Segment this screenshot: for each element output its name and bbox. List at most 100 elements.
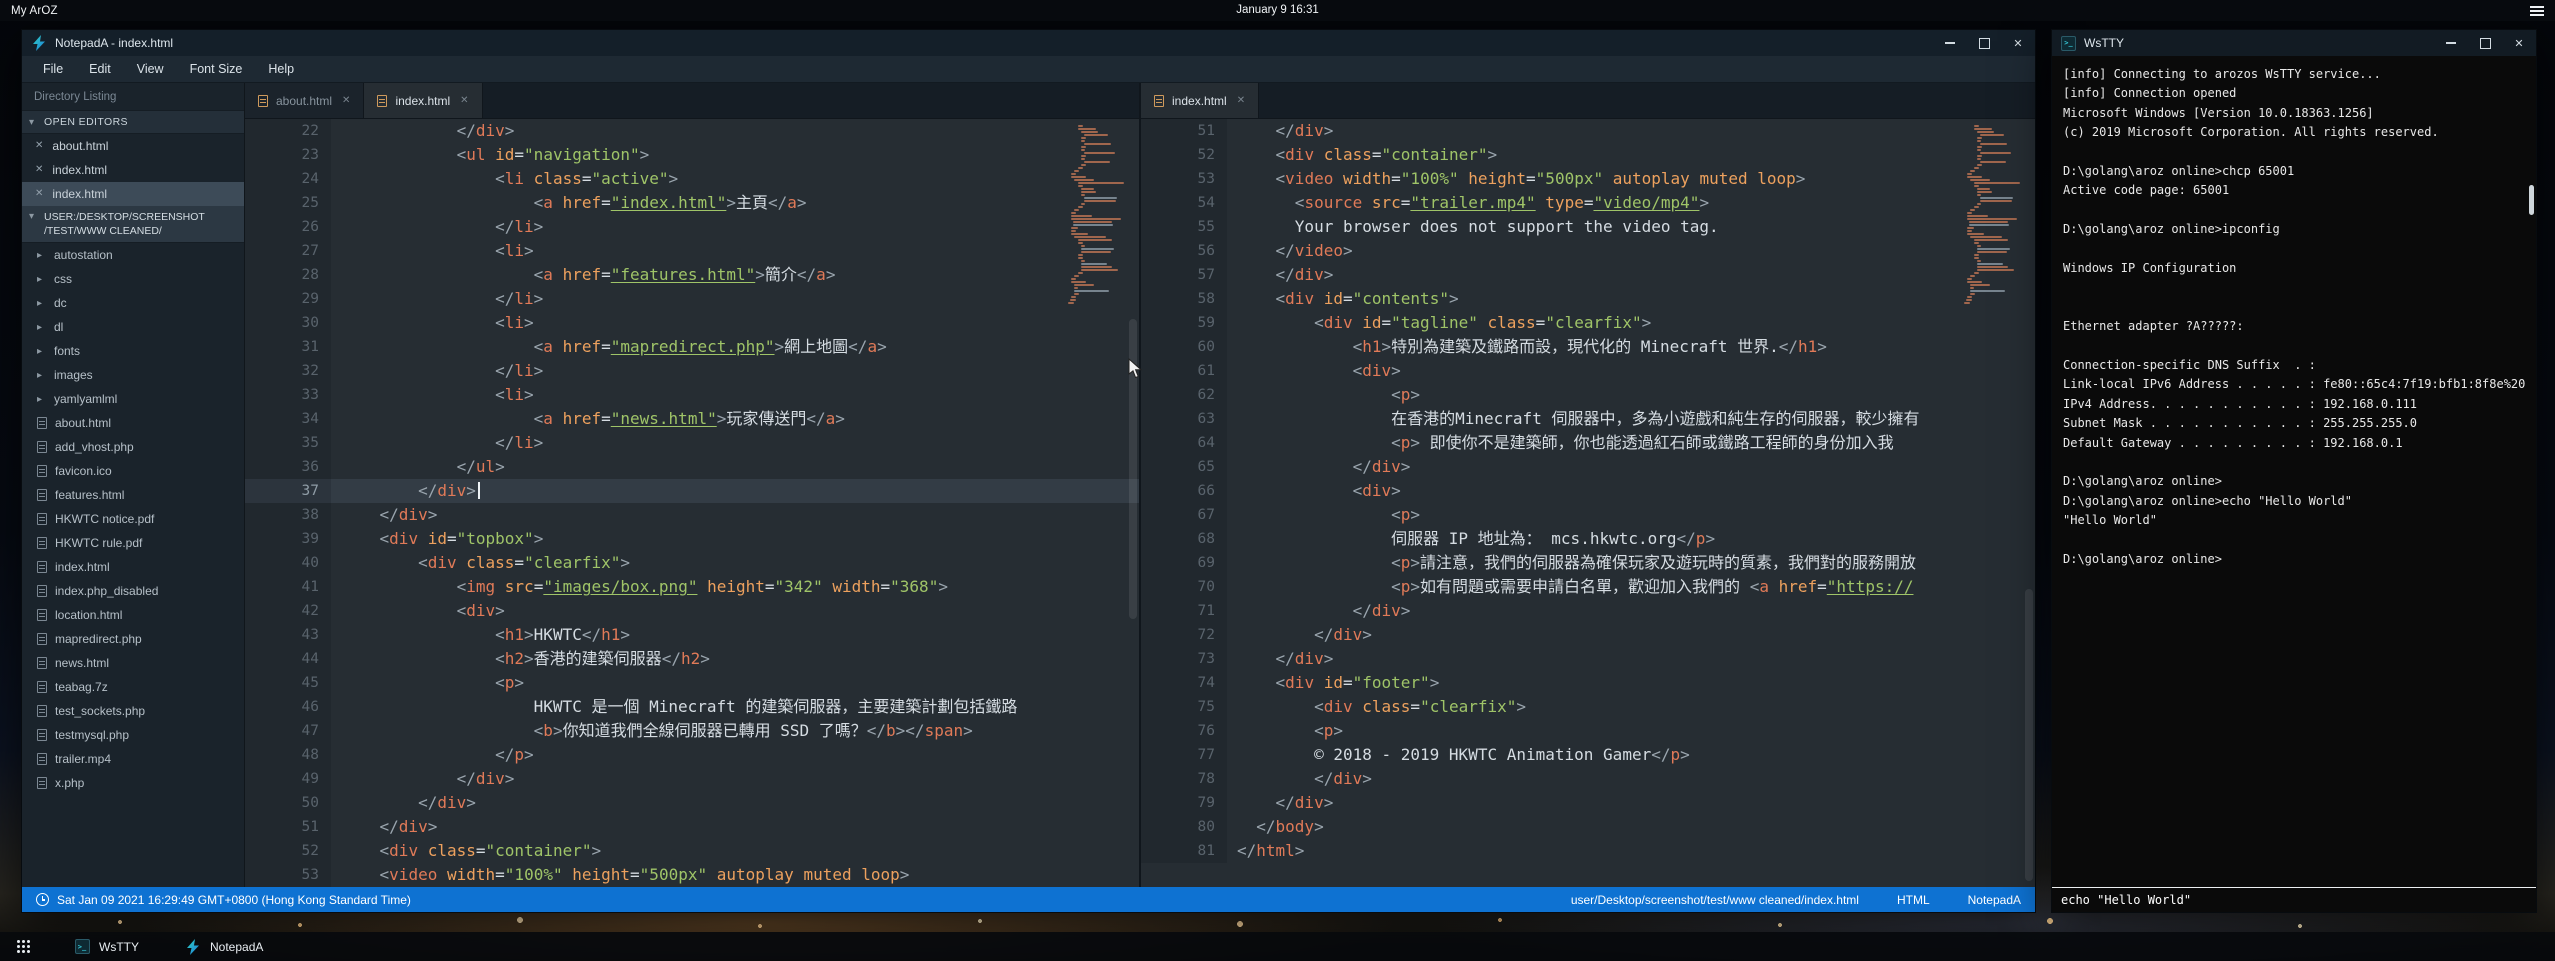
open-editor-item[interactable]: ✕about.html xyxy=(22,134,244,158)
file-icon xyxy=(37,585,47,597)
taskbar-item-wstty[interactable]: WsTTY xyxy=(68,932,145,961)
file-item[interactable]: about.html xyxy=(22,411,244,435)
system-menu-button[interactable] xyxy=(2528,3,2546,18)
code-line: 45 <p> xyxy=(245,671,1139,695)
workspace-root-header[interactable]: ▾ USER:/DESKTOP/SCREENSHOT /TEST/WWW CLE… xyxy=(22,206,244,243)
code-line: 38 </div> xyxy=(245,503,1139,527)
file-item[interactable]: favicon.ico xyxy=(22,459,244,483)
folder-item[interactable]: ▸yamlyamlml xyxy=(22,387,244,411)
close-editor-icon[interactable]: ✕ xyxy=(35,189,43,199)
tab-index.html[interactable]: index.html✕ xyxy=(1141,83,1259,118)
code-text: <b>你知道我們全線伺服器已轉用 SSD 了嗎？</b></span> xyxy=(331,719,973,743)
code-line: 44 <h2>香港的建築伺服器</h2> xyxy=(245,647,1139,671)
file-item[interactable]: location.html xyxy=(22,603,244,627)
code-text: <a href="mapredirect.php">網上地圖</a> xyxy=(331,335,887,359)
terminal-line: Subnet Mask . . . . . . . . . . . : 255.… xyxy=(2063,414,2528,433)
wstty-titlebar[interactable]: WsTTY ✕ xyxy=(2052,30,2536,56)
tab-index.html[interactable]: index.html ✕ xyxy=(364,83,482,118)
file-item[interactable]: trailer.mp4 xyxy=(22,747,244,771)
scrollbar-thumb[interactable] xyxy=(2529,185,2534,215)
code-text: <a href="index.html">主頁</a> xyxy=(331,191,807,215)
code-line: 26 </li> xyxy=(245,215,1139,239)
code-text: <h2>香港的建築伺服器</h2> xyxy=(331,647,710,671)
close-editor-icon[interactable]: ✕ xyxy=(35,141,43,151)
folder-item[interactable]: ▸fonts xyxy=(22,339,244,363)
line-number: 54 xyxy=(1141,191,1227,215)
scrollbar-thumb[interactable] xyxy=(2025,589,2033,881)
file-item[interactable]: test_sockets.php xyxy=(22,699,244,723)
file-item[interactable]: HKWTC rule.pdf xyxy=(22,531,244,555)
folder-item[interactable]: ▸images xyxy=(22,363,244,387)
minimize-button[interactable] xyxy=(2434,30,2468,56)
maximize-button[interactable] xyxy=(1967,30,2001,56)
file-item[interactable]: mapredirect.php xyxy=(22,627,244,651)
file-item[interactable]: HKWTC notice.pdf xyxy=(22,507,244,531)
code-editor-right[interactable]: 51 </div>52 <div class="container">53 <v… xyxy=(1141,119,2035,887)
file-item[interactable]: news.html xyxy=(22,651,244,675)
close-editor-icon[interactable]: ✕ xyxy=(35,165,43,175)
file-item[interactable]: teabag.7z xyxy=(22,675,244,699)
maximize-button[interactable] xyxy=(2468,30,2502,56)
file-label: index.php_disabled xyxy=(55,584,158,598)
terminal-line: [info] Connection opened xyxy=(2063,84,2528,103)
file-item[interactable]: x.php xyxy=(22,771,244,795)
file-item[interactable]: index.html xyxy=(22,555,244,579)
file-label: features.html xyxy=(55,488,124,502)
code-line: 56 </video> xyxy=(1141,239,2035,263)
tab-about.html[interactable]: about.html✕ xyxy=(245,83,364,118)
terminal-output: [info] Connecting to arozos WsTTY servic… xyxy=(2052,56,2536,887)
status-right-group: user/Desktop/screenshot/test/www cleaned… xyxy=(1571,893,2021,907)
code-text: <div id="topbox"> xyxy=(331,527,543,551)
menu-item-edit[interactable]: Edit xyxy=(76,56,124,83)
notepada-titlebar[interactable]: NotepadA - index.html ✕ xyxy=(22,30,2035,56)
folder-item[interactable]: ▸css xyxy=(22,267,244,291)
folder-label: css xyxy=(54,272,72,286)
open-editors-header[interactable]: ▾ OPEN EDITORS xyxy=(22,110,244,134)
line-number: 38 xyxy=(245,503,331,527)
folder-item[interactable]: ▸dl xyxy=(22,315,244,339)
window-title: NotepadA - index.html xyxy=(55,36,173,50)
taskbar-item-notepada[interactable]: NotepadA xyxy=(179,932,269,961)
terminal-line xyxy=(2063,143,2528,162)
code-text: </div> xyxy=(1227,647,1333,671)
file-icon xyxy=(1154,95,1164,107)
open-editor-item[interactable]: ✕index.html xyxy=(22,182,244,206)
file-item[interactable]: features.html xyxy=(22,483,244,507)
file-item[interactable]: testmysql.php xyxy=(22,723,244,747)
file-sidebar: Directory Listing ▾ OPEN EDITORS ✕about.… xyxy=(22,83,245,887)
close-button[interactable]: ✕ xyxy=(2502,30,2536,56)
code-line: 52 <div class="container"> xyxy=(1141,143,2035,167)
menu-item-help[interactable]: Help xyxy=(255,56,307,83)
mouse-cursor xyxy=(1128,358,1144,380)
line-number: 58 xyxy=(1141,287,1227,311)
file-item[interactable]: index.php_disabled xyxy=(22,579,244,603)
line-number: 46 xyxy=(245,695,331,719)
hamburger-icon xyxy=(2530,10,2544,12)
code-editor-left[interactable]: 22 </div>23 <ul id="navigation">24 <li c… xyxy=(245,119,1139,887)
menu-item-font-size[interactable]: Font Size xyxy=(177,56,256,83)
code-text: </div> xyxy=(1227,623,1372,647)
launcher-button[interactable] xyxy=(0,932,46,961)
close-tab-icon[interactable]: ✕ xyxy=(460,95,468,106)
menu-item-view[interactable]: View xyxy=(124,56,177,83)
file-item[interactable]: add_vhost.php xyxy=(22,435,244,459)
folder-label: yamlyamlml xyxy=(54,392,117,406)
open-editor-item[interactable]: ✕index.html xyxy=(22,158,244,182)
file-icon xyxy=(37,705,47,717)
file-label: HKWTC notice.pdf xyxy=(55,512,154,526)
folder-item[interactable]: ▸autostation xyxy=(22,243,244,267)
menu-item-file[interactable]: File xyxy=(30,56,76,83)
close-tab-icon[interactable]: ✕ xyxy=(1237,95,1245,106)
folder-item[interactable]: ▸dc xyxy=(22,291,244,315)
terminal-line xyxy=(2063,453,2528,472)
line-number: 53 xyxy=(245,863,331,887)
file-label: x.php xyxy=(55,776,84,790)
close-tab-icon[interactable]: ✕ xyxy=(342,95,350,106)
terminal-line: "Hello World" xyxy=(2063,511,2528,530)
terminal-icon xyxy=(75,939,90,954)
minimize-button[interactable] xyxy=(1933,30,1967,56)
system-brand: My ArOZ xyxy=(11,5,58,17)
tab-label: index.html xyxy=(395,94,450,108)
close-button[interactable]: ✕ xyxy=(2001,30,2035,56)
terminal-input[interactable]: echo "Hello World" xyxy=(2052,887,2536,912)
